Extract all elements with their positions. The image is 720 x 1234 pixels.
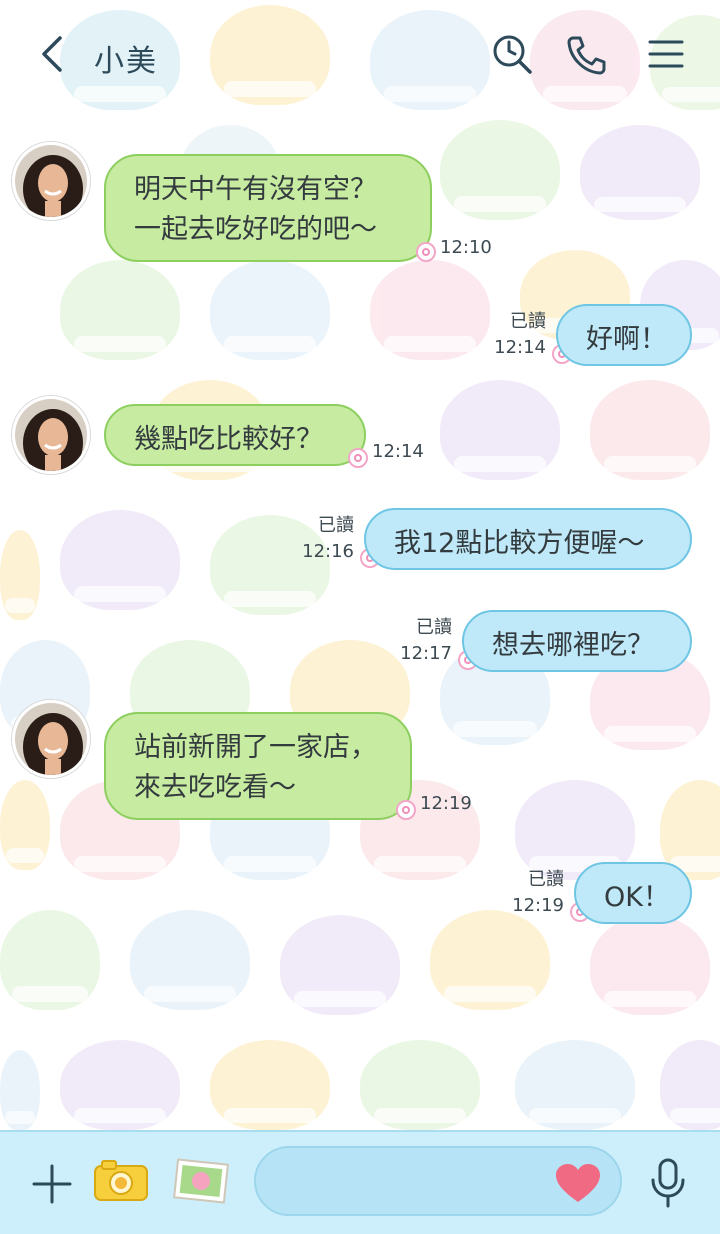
message-time: 12:19 (512, 895, 564, 916)
message-bubble-outgoing[interactable]: OK！ (574, 862, 692, 924)
sticker-swirl-icon (348, 448, 368, 468)
message-time: 12:14 (372, 441, 424, 462)
message-time: 12:14 (494, 337, 546, 358)
message-bubble-incoming[interactable]: 站前新開了一家店， 來去吃吃看～ (104, 712, 412, 820)
chat-title: 小美 (94, 44, 158, 79)
message-time: 12:10 (440, 237, 492, 258)
camera-icon[interactable] (92, 1156, 150, 1204)
sticker-swirl-icon (416, 242, 436, 262)
heart-icon[interactable] (554, 1162, 602, 1204)
menu-icon[interactable] (644, 32, 688, 76)
read-receipt: 已讀 (318, 515, 354, 536)
message-bubble-outgoing[interactable]: 想去哪裡吃？ (462, 610, 692, 672)
message-time: 12:16 (302, 541, 354, 562)
message-time: 12:19 (420, 793, 472, 814)
message-bubble-incoming[interactable]: 幾點吃比較好？ (104, 404, 366, 466)
contact-avatar[interactable] (12, 142, 90, 220)
read-receipt: 已讀 (528, 869, 564, 890)
chat-header: 小美 (0, 0, 720, 110)
microphone-icon[interactable] (648, 1156, 688, 1212)
phone-icon[interactable] (564, 32, 608, 76)
read-receipt: 已讀 (510, 311, 546, 332)
contact-avatar[interactable] (12, 700, 90, 778)
back-chevron-icon[interactable] (36, 30, 76, 78)
photo-icon[interactable] (172, 1156, 230, 1206)
chat-message-list[interactable]: 明天中午有沒有空？ 一起去吃好吃的吧～ 12:10 已讀 12:14 好啊！ 幾… (0, 0, 720, 1130)
message-input-bar (0, 1130, 720, 1234)
sticker-swirl-icon (396, 800, 416, 820)
read-receipt: 已讀 (416, 617, 452, 638)
plus-icon[interactable] (30, 1162, 74, 1206)
message-bubble-outgoing[interactable]: 我12點比較方便喔～ (364, 508, 692, 570)
search-history-icon[interactable] (490, 32, 534, 76)
message-time: 12:17 (400, 643, 452, 664)
message-bubble-outgoing[interactable]: 好啊！ (556, 304, 692, 366)
contact-avatar[interactable] (12, 396, 90, 474)
message-bubble-incoming[interactable]: 明天中午有沒有空？ 一起去吃好吃的吧～ (104, 154, 432, 262)
